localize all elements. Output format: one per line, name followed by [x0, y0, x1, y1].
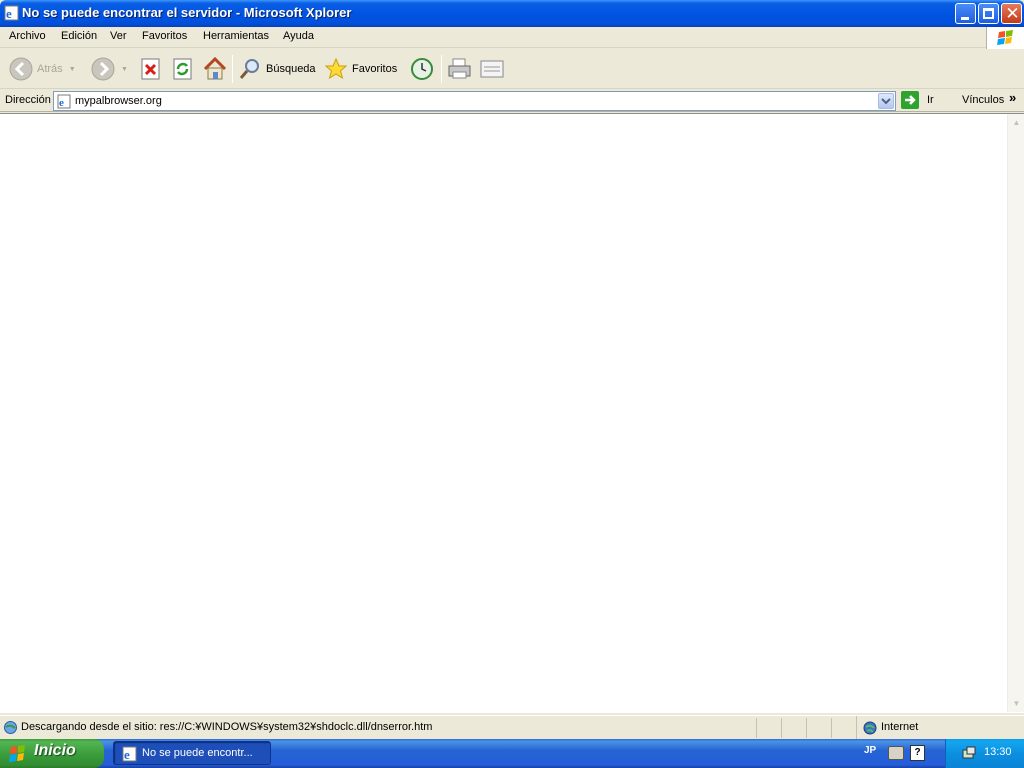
windows-flag-icon	[997, 30, 1013, 45]
browser-window: e No se puede encontrar el servidor - Mi…	[0, 0, 1024, 740]
go-button[interactable]: Ir	[901, 91, 934, 109]
zone-label: Internet	[881, 721, 919, 733]
address-label: Dirección	[5, 94, 51, 106]
menu-bar: Archivo Edición Ver Favoritos Herramient…	[0, 27, 1024, 49]
system-tray: 13:30	[945, 739, 1024, 768]
keyboard-icon[interactable]	[888, 746, 904, 760]
refresh-button[interactable]	[172, 55, 194, 83]
svg-text:e: e	[6, 6, 12, 21]
links-button[interactable]: Vínculos	[962, 94, 1004, 106]
close-icon: ✕	[1005, 4, 1020, 23]
go-arrow-icon	[901, 91, 919, 109]
chevron-down-icon	[881, 98, 891, 105]
forward-button[interactable]: ▼	[91, 55, 128, 83]
page-icon: e	[57, 94, 71, 109]
security-zone: Internet	[856, 716, 1024, 740]
address-input[interactable]: e mypalbrowser.org	[53, 91, 896, 111]
menu-archivo[interactable]: Archivo	[9, 30, 46, 42]
toolbar-separator	[232, 55, 233, 83]
status-divider	[831, 718, 832, 738]
address-bar: Dirección e mypalbrowser.org Ir Vínculos…	[0, 90, 1024, 112]
menu-ver[interactable]: Ver	[110, 30, 127, 42]
forward-dropdown-icon[interactable]: ▼	[121, 66, 128, 73]
history-button[interactable]	[410, 55, 434, 83]
start-button[interactable]: Inicio	[0, 739, 104, 768]
clock[interactable]: 13:30	[984, 746, 1012, 758]
window-title: No se puede encontrar el servidor - Micr…	[22, 5, 352, 20]
help-icon[interactable]: ?	[910, 745, 925, 761]
links-chevron-icon[interactable]: »	[1009, 90, 1016, 105]
start-label: Inicio	[34, 742, 76, 759]
status-divider	[806, 718, 807, 738]
status-bar: Descargando desde el sitio: res://C:¥WIN…	[0, 715, 1024, 740]
menu-edicion[interactable]: Edición	[61, 30, 97, 42]
svg-text:e: e	[59, 97, 64, 109]
refresh-icon	[173, 58, 192, 80]
address-url: mypalbrowser.org	[75, 95, 162, 107]
restore-icon	[983, 8, 994, 19]
menu-ayuda[interactable]: Ayuda	[283, 30, 314, 42]
edit-button[interactable]	[479, 55, 505, 83]
printer-icon	[448, 58, 471, 79]
scroll-down-icon[interactable]: ▼	[1008, 695, 1024, 712]
windows-logo	[986, 27, 1024, 49]
history-icon	[411, 58, 433, 80]
home-button[interactable]	[202, 55, 228, 83]
back-button[interactable]: Atrás ▼	[9, 55, 76, 83]
toolbar-separator	[441, 55, 442, 83]
go-label: Ir	[927, 94, 934, 106]
browser-icon: e	[122, 746, 137, 762]
address-dropdown-button[interactable]	[878, 93, 894, 109]
menu-favoritos[interactable]: Favoritos	[142, 30, 187, 42]
browser-icon: e	[4, 5, 19, 21]
close-button[interactable]: ✕	[1001, 3, 1022, 24]
star-icon	[324, 57, 348, 80]
network-icon[interactable]	[961, 745, 977, 761]
stop-icon	[141, 58, 160, 80]
back-label: Atrás	[37, 63, 63, 75]
favorites-button[interactable]: Favoritos	[324, 55, 397, 83]
status-text: Descargando desde el sitio: res://C:¥WIN…	[21, 721, 433, 733]
vertical-scrollbar[interactable]: ▲ ▼	[1007, 114, 1024, 712]
search-label: Búsqueda	[266, 63, 316, 75]
page-content[interactable]	[0, 113, 1024, 713]
standard-toolbar: Atrás ▼ ▼ Búsqueda Favoritos	[0, 49, 1024, 89]
internet-globe-icon	[863, 721, 877, 735]
favorites-label: Favoritos	[352, 63, 398, 75]
back-arrow-icon	[9, 57, 33, 81]
language-indicator[interactable]: JP	[864, 745, 876, 756]
windows-flag-icon	[9, 745, 25, 762]
search-icon	[239, 59, 259, 79]
print-button[interactable]	[447, 55, 473, 83]
status-divider	[781, 718, 782, 738]
taskbar: Inicio e No se puede encontr... JP ? 13:…	[0, 739, 1024, 768]
forward-arrow-icon	[91, 57, 115, 81]
search-button[interactable]: Búsqueda	[238, 55, 316, 83]
edit-page-icon	[480, 60, 504, 78]
svg-text:e: e	[124, 747, 130, 762]
scroll-up-icon[interactable]: ▲	[1008, 114, 1024, 131]
minimize-icon	[961, 17, 969, 20]
home-icon	[203, 56, 227, 80]
minimize-button[interactable]	[955, 3, 976, 24]
taskbar-window-label: No se puede encontr...	[142, 747, 253, 759]
restore-button[interactable]	[978, 3, 999, 24]
stop-button[interactable]	[140, 55, 162, 83]
loading-globe-icon	[4, 721, 17, 734]
menu-herramientas[interactable]: Herramientas	[203, 30, 269, 42]
title-bar[interactable]: e No se puede encontrar el servidor - Mi…	[0, 0, 1024, 27]
back-dropdown-icon[interactable]: ▼	[69, 66, 76, 73]
taskbar-window-button[interactable]: e No se puede encontr...	[113, 741, 271, 765]
status-divider	[756, 718, 757, 738]
